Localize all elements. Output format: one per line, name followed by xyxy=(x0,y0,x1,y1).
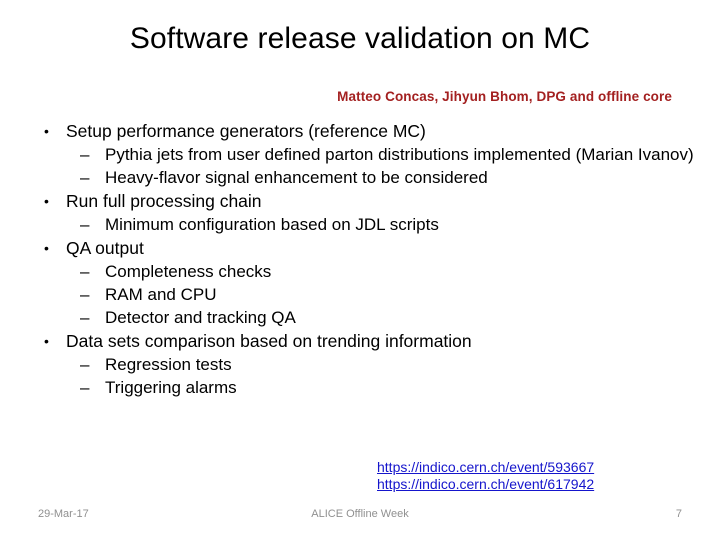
subtitle-row: Matteo Concas, Jihyun Bhom, DPG and offl… xyxy=(0,88,672,106)
bullet-text: Heavy-flavor signal enhancement to be co… xyxy=(105,168,488,187)
bullet-text: Completeness checks xyxy=(105,262,272,281)
bullet-dash-icon: – xyxy=(80,308,90,327)
bullet-item-level1: • QA output xyxy=(0,238,700,259)
bullet-text: Run full processing chain xyxy=(66,191,262,211)
bullet-dot-icon: • xyxy=(44,123,49,139)
bullet-item-level2: – Minimum configuration based on JDL scri… xyxy=(0,214,700,235)
bullet-text: QA output xyxy=(66,238,144,258)
bullet-dot-icon: • xyxy=(44,193,49,209)
authors-subtitle: Matteo Concas, Jihyun Bhom, DPG and offl… xyxy=(337,89,672,104)
slide-footer: 29-Mar-17 ALICE Offline Week 7 xyxy=(0,508,720,528)
bullet-text: Setup performance generators (reference … xyxy=(66,121,426,141)
bullet-item-level2: – Heavy-flavor signal enhancement to be c… xyxy=(0,167,700,188)
bullet-dash-icon: – xyxy=(80,262,90,281)
bullet-text: Regression tests xyxy=(105,355,232,374)
bullet-text: Pythia jets from user defined parton dis… xyxy=(105,145,694,164)
footer-page-number: 7 xyxy=(675,508,682,520)
bullet-item-level2: – Triggering alarms xyxy=(0,377,700,398)
bullet-list: • Setup performance generators (reference… xyxy=(0,118,700,399)
bullet-text: Triggering alarms xyxy=(105,378,237,397)
indico-event-link[interactable]: https://indico.cern.ch/event/617942 xyxy=(377,476,594,493)
bullet-item-level1: • Run full processing chain xyxy=(0,191,700,212)
bullet-dash-icon: – xyxy=(80,355,90,374)
bullet-dash-icon: – xyxy=(80,285,90,304)
bullet-item-level1: • Setup performance generators (reference… xyxy=(0,121,700,142)
bullet-text: Data sets comparison based on trending i… xyxy=(66,331,472,351)
bullet-text: Detector and tracking QA xyxy=(105,308,296,327)
bullet-item-level1: • Data sets comparison based on trending … xyxy=(0,331,700,352)
bullet-dot-icon: • xyxy=(44,333,49,349)
bullet-dash-icon: – xyxy=(80,378,90,397)
indico-event-link[interactable]: https://indico.cern.ch/event/593667 xyxy=(377,459,594,476)
bullet-item-level2: – Pythia jets from user defined parton di… xyxy=(0,144,700,165)
bullet-dash-icon: – xyxy=(80,168,90,187)
reference-links: https://indico.cern.ch/event/593667 https… xyxy=(377,459,594,493)
bullet-text: Minimum configuration based on JDL scrip… xyxy=(105,215,439,234)
bullet-dash-icon: – xyxy=(80,145,90,164)
bullet-item-level2: – Detector and tracking QA xyxy=(0,307,700,328)
footer-event-name: ALICE Offline Week xyxy=(311,508,409,520)
bullet-item-level2: – Completeness checks xyxy=(0,261,700,282)
slide-title: Software release validation on MC xyxy=(129,22,591,55)
bullet-dot-icon: • xyxy=(44,240,49,256)
bullet-item-level2: – Regression tests xyxy=(0,354,700,375)
slide: Software release validation on MC Matteo… xyxy=(0,0,720,540)
bullet-dash-icon: – xyxy=(80,215,90,234)
bullet-item-level2: – RAM and CPU xyxy=(0,284,700,305)
bullet-text: RAM and CPU xyxy=(105,285,217,304)
